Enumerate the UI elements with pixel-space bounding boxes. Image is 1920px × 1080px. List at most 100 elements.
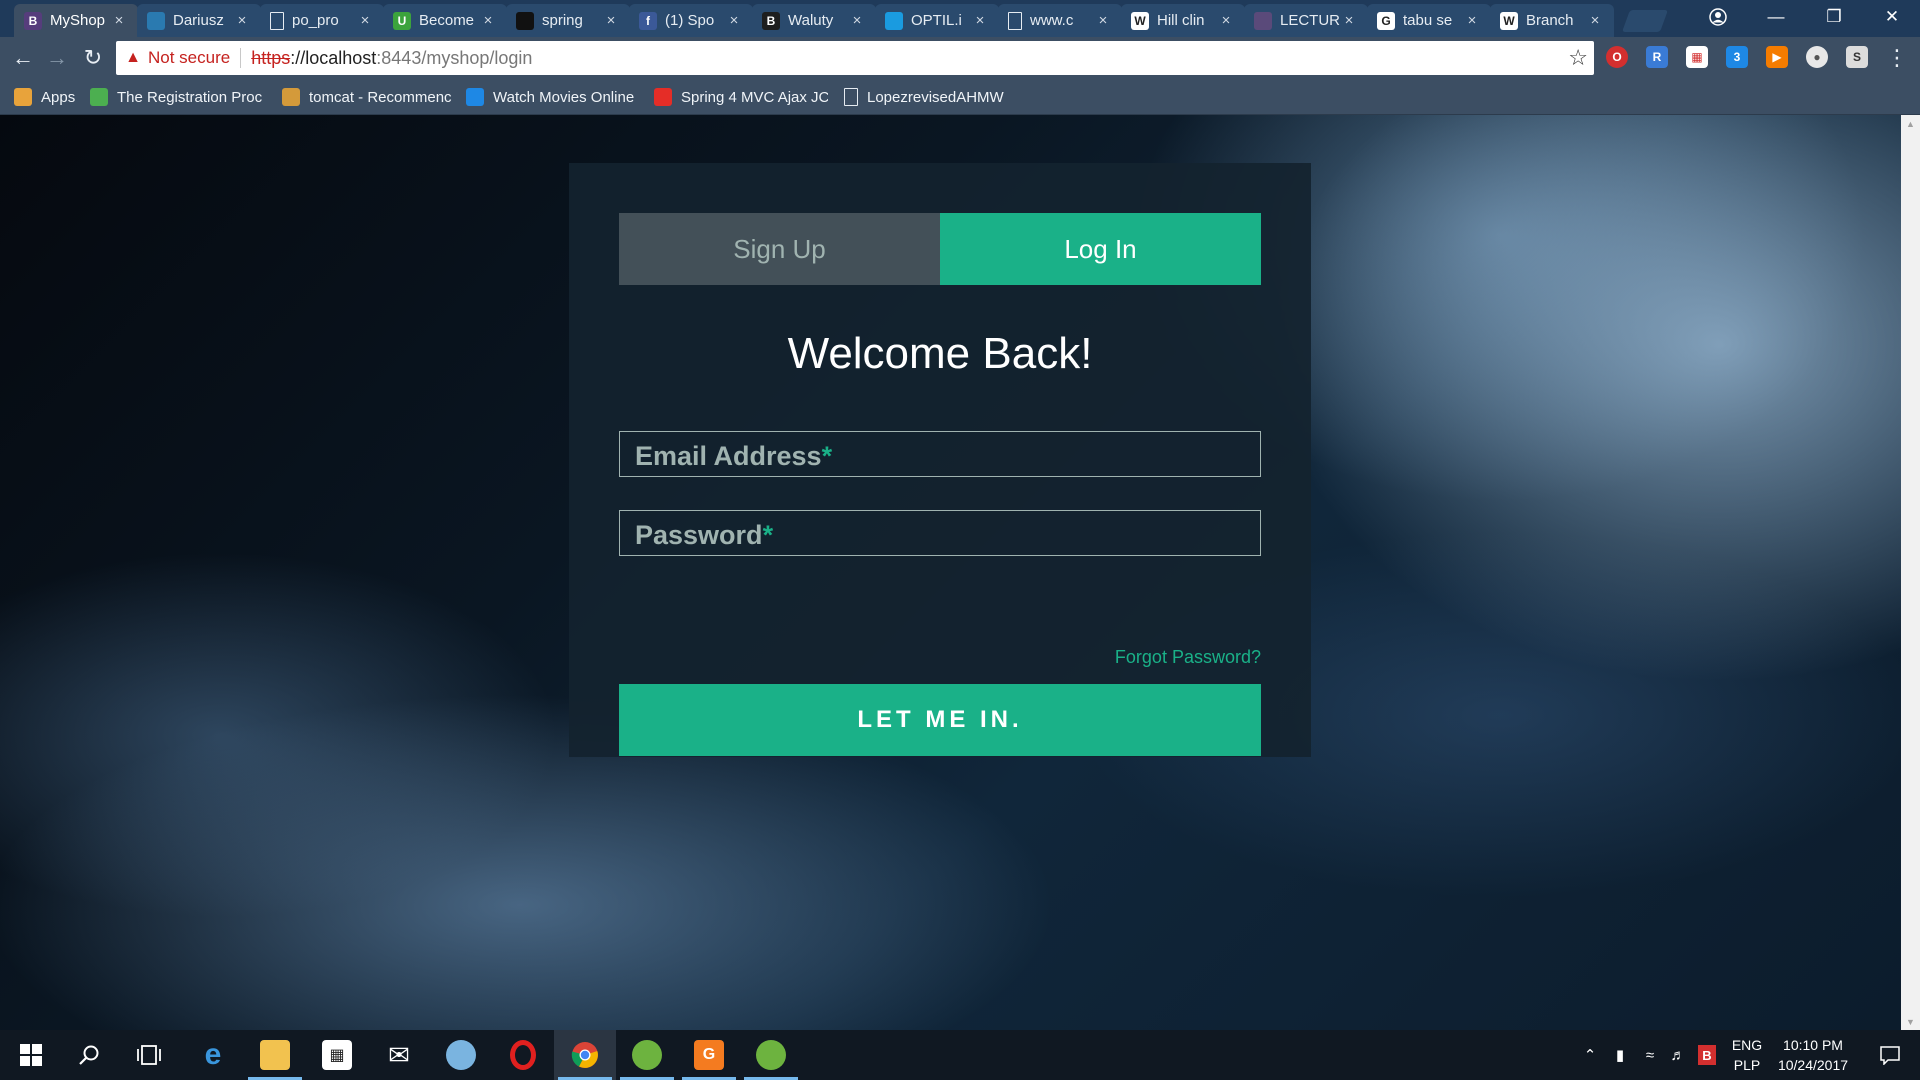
minimize-button[interactable]: —	[1748, 0, 1804, 33]
tab-title: (1) Spo	[665, 12, 715, 29]
bookmark-item[interactable]: LopezrevisedAHMW	[844, 87, 1004, 107]
url-path: :8443/myshop/login	[376, 47, 533, 68]
taskbar-opera[interactable]	[492, 1030, 554, 1080]
tab-title: MyShop	[50, 12, 106, 29]
battery-icon[interactable]: ▮	[1606, 1030, 1634, 1080]
close-tab-icon[interactable]: ×	[848, 12, 866, 29]
security-label[interactable]: Not secure	[148, 48, 230, 68]
browser-tab[interactable]: Dariusz ×	[137, 4, 261, 37]
taskbar-spring-tool-suite-1[interactable]	[616, 1030, 678, 1080]
document-icon	[844, 88, 858, 106]
taskbar-paint[interactable]	[430, 1030, 492, 1080]
taskbar-edge[interactable]: e	[182, 1030, 244, 1080]
close-tab-icon[interactable]: ×	[1586, 12, 1604, 29]
scroll-up-icon[interactable]: ▲	[1901, 115, 1920, 132]
close-tab-icon[interactable]: ×	[1094, 12, 1112, 29]
taskbar-spring-tool-suite-2[interactable]	[740, 1030, 802, 1080]
new-tab-button[interactable]	[1621, 10, 1669, 32]
menu-icon[interactable]: ⋮	[1882, 43, 1912, 73]
browser-tab[interactable]: spring ×	[506, 4, 630, 37]
wifi-icon[interactable]: ≈	[1636, 1030, 1664, 1080]
show-hidden-icons-chevron-icon[interactable]: ⌃	[1578, 1030, 1602, 1080]
s-extension-icon[interactable]: S	[1846, 46, 1868, 68]
browser-tab[interactable]: B Waluty ×	[752, 4, 876, 37]
taskbar-pdf-tool[interactable]: G	[678, 1030, 740, 1080]
windows-logo-icon	[20, 1044, 42, 1066]
close-tab-icon[interactable]: ×	[479, 12, 497, 29]
taskbar-file-explorer[interactable]	[244, 1030, 306, 1080]
calendar-extension-icon[interactable]: ▦	[1686, 46, 1708, 68]
opera-extension-icon[interactable]: O	[1606, 46, 1628, 68]
email-field[interactable]: Email Address*	[619, 431, 1261, 477]
close-window-button[interactable]: ✕	[1864, 0, 1920, 33]
language-indicator[interactable]: ENG PLP	[1722, 1035, 1772, 1075]
css-extension-icon[interactable]: 3	[1726, 46, 1748, 68]
password-field[interactable]: Password*	[619, 510, 1261, 556]
browser-tab[interactable]: B MyShop ×	[14, 4, 138, 37]
tomcat-icon	[282, 88, 300, 106]
forgot-password-link[interactable]: Forgot Password?	[1115, 647, 1261, 668]
tab-login[interactable]: Log In	[940, 213, 1261, 285]
bookmark-item[interactable]: Apps	[14, 87, 75, 107]
b-tray-icon[interactable]: B	[1696, 1030, 1718, 1080]
browser-tab[interactable]: f (1) Spo ×	[629, 4, 753, 37]
url-text[interactable]: https://localhost:8443/myshop/login	[251, 48, 532, 69]
close-tab-icon[interactable]: ×	[725, 12, 743, 29]
close-tab-icon[interactable]: ×	[971, 12, 989, 29]
page-scrollbar[interactable]: ▲ ▼	[1901, 115, 1920, 1030]
tab-title: Branch	[1526, 12, 1574, 29]
browser-tab[interactable]: po_pro ×	[260, 4, 384, 37]
facebook-icon: f	[639, 11, 657, 30]
browser-tab[interactable]: www.c ×	[998, 4, 1122, 37]
search-button[interactable]	[58, 1030, 120, 1080]
reload-button[interactable]: ↻	[78, 43, 108, 73]
tab-title: spring	[542, 12, 583, 29]
tab-title: www.c	[1030, 12, 1074, 29]
address-bar[interactable]: ▲ Not secure https://localhost:8443/mysh…	[116, 41, 1594, 75]
close-tab-icon[interactable]: ×	[356, 12, 374, 29]
reader-extension-icon[interactable]: R	[1646, 46, 1668, 68]
close-tab-icon[interactable]: ×	[110, 12, 128, 29]
language-line1: ENG	[1731, 1037, 1763, 1053]
scroll-down-icon[interactable]: ▼	[1901, 1013, 1920, 1030]
close-tab-icon[interactable]: ×	[1340, 12, 1358, 29]
browser-tab[interactable]: LECTUR ×	[1244, 4, 1368, 37]
taskbar-chrome[interactable]	[554, 1030, 616, 1080]
close-tab-icon[interactable]: ×	[233, 12, 251, 29]
bookmark-item[interactable]: Watch Movies Online	[466, 87, 634, 107]
browser-tab[interactable]: Gtabu se ×	[1367, 4, 1491, 37]
close-tab-icon[interactable]: ×	[1217, 12, 1235, 29]
search-icon	[79, 1045, 99, 1065]
tab-signup[interactable]: Sign Up	[619, 213, 940, 285]
registration-icon	[90, 88, 108, 106]
close-tab-icon[interactable]: ×	[1463, 12, 1481, 29]
browser-tab[interactable]: W Branch ×	[1490, 4, 1614, 37]
notification-icon[interactable]	[1864, 1030, 1916, 1080]
optil-icon	[885, 11, 903, 30]
required-marker: *	[821, 441, 833, 471]
volume-icon[interactable]: ♬	[1664, 1030, 1692, 1080]
browser-tab[interactable]: W Hill clin ×	[1121, 4, 1245, 37]
bookmark-item[interactable]: Spring 4 MVC Ajax JC	[654, 87, 828, 107]
taskbar-store[interactable]: ▦	[306, 1030, 368, 1080]
bookmark-item[interactable]: The Registration Proc	[90, 87, 262, 107]
bookmark-item[interactable]: tomcat - Recommenc	[282, 87, 452, 107]
action-center-icon	[1880, 1046, 1900, 1065]
close-tab-icon[interactable]: ×	[602, 12, 620, 29]
bookmark-star-icon[interactable]: ☆	[1568, 45, 1588, 71]
store-icon: ▦	[322, 1040, 352, 1070]
browser-tab[interactable]: OPTIL.i ×	[875, 4, 999, 37]
forward-button[interactable]: →	[42, 43, 72, 73]
youtube-icon	[654, 88, 672, 106]
clock[interactable]: 10:10 PM 10/24/2017	[1770, 1035, 1856, 1075]
feed-extension-icon[interactable]: ▶	[1766, 46, 1788, 68]
browser-tab[interactable]: U Become ×	[383, 4, 507, 37]
start-button[interactable]	[0, 1030, 62, 1080]
task-view-button[interactable]	[118, 1030, 180, 1080]
login-submit-button[interactable]: LET ME IN.	[619, 684, 1261, 756]
circle-extension-icon[interactable]: ●	[1806, 46, 1828, 68]
back-button[interactable]: ←	[8, 43, 38, 73]
profile-icon[interactable]	[1690, 0, 1746, 33]
taskbar-mail[interactable]: ✉	[368, 1030, 430, 1080]
restore-button[interactable]: ❐	[1806, 0, 1862, 33]
